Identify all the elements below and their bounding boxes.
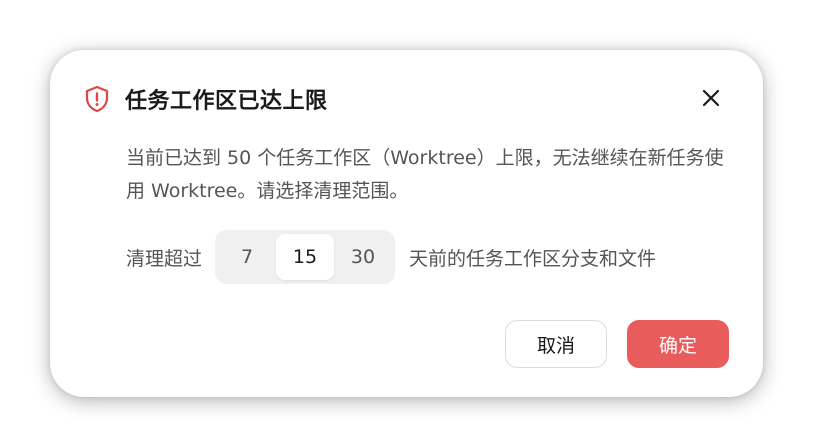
dialog-header: 任务工作区已达上限 — [84, 84, 328, 114]
shield-alert-icon — [84, 85, 110, 113]
dialog-footer: 取消 确定 — [505, 320, 729, 368]
close-button[interactable] — [699, 86, 723, 110]
close-icon — [702, 89, 720, 107]
cleanup-prefix-label: 清理超过 — [126, 247, 203, 270]
dialog-title: 任务工作区已达上限 — [125, 89, 328, 114]
days-option-7[interactable]: 7 — [218, 234, 276, 280]
days-option-15[interactable]: 15 — [276, 234, 335, 280]
confirm-button[interactable]: 确定 — [627, 320, 729, 368]
screen: 任务工作区已达上限 当前已达到 50 个任务工作区（Worktree）上限，无法… — [0, 0, 813, 447]
cleanup-suffix-label: 天前的任务工作区分支和文件 — [409, 247, 657, 270]
days-segmented-control: 7 15 30 — [215, 230, 396, 284]
cancel-button[interactable]: 取消 — [505, 320, 607, 368]
cleanup-range-row: 清理超过 7 15 30 天前的任务工作区分支和文件 — [126, 230, 656, 284]
dialog-message: 当前已达到 50 个任务工作区（Worktree）上限，无法继续在新任务使用 W… — [126, 147, 724, 202]
days-option-30[interactable]: 30 — [334, 234, 392, 280]
limit-dialog: 任务工作区已达上限 当前已达到 50 个任务工作区（Worktree）上限，无法… — [50, 50, 763, 397]
